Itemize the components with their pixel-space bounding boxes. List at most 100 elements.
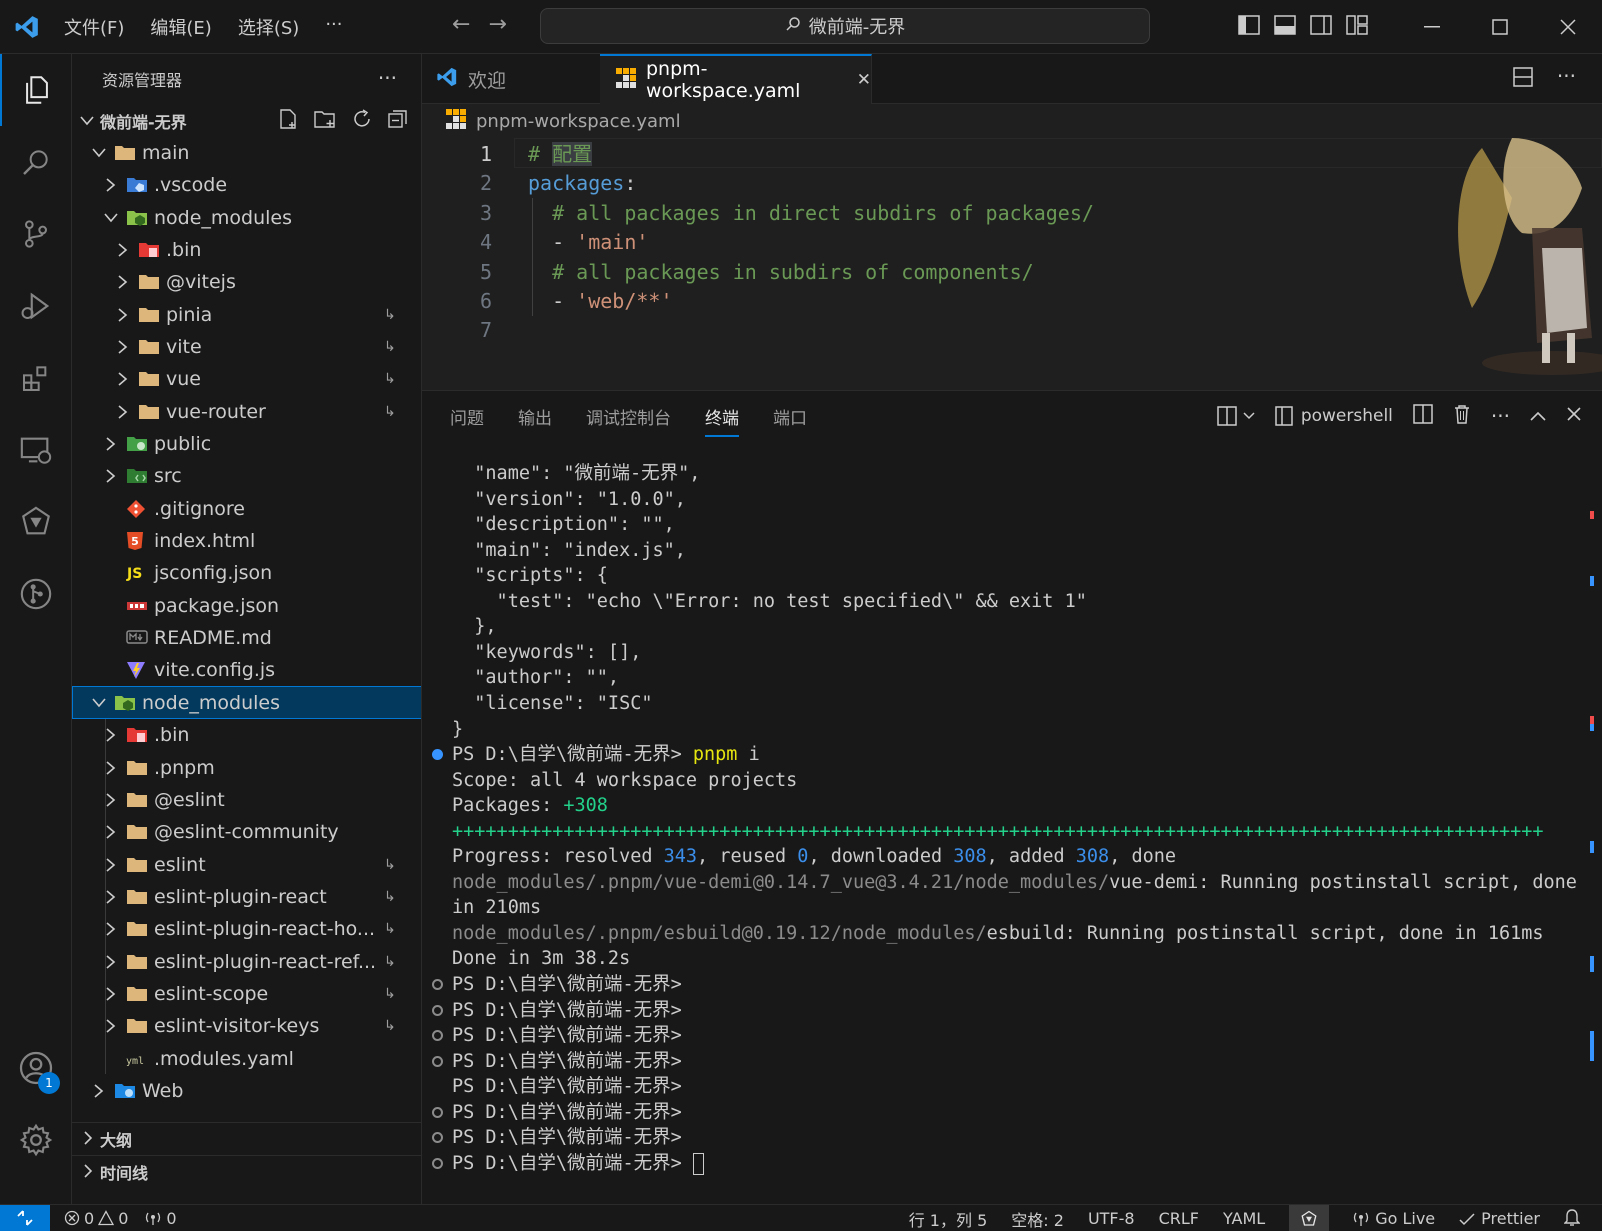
tree-folder[interactable]: .vscode (72, 169, 421, 202)
maximize-panel-icon[interactable] (1530, 406, 1546, 426)
tree-file[interactable]: vite.config.js (72, 654, 421, 687)
ports-indicator[interactable]: 0 (144, 1209, 177, 1228)
forward-arrow-icon[interactable]: → (488, 12, 506, 37)
cursor-position[interactable]: 行 1，列 5 (909, 1207, 988, 1231)
tree-folder[interactable]: .pnpm (72, 751, 421, 784)
tree-file[interactable]: yml .modules.yaml (72, 1042, 421, 1075)
tree-file[interactable]: README.md (72, 622, 421, 655)
menu-selection[interactable]: 选择(S) (236, 10, 301, 44)
menu-more[interactable]: ··· (323, 10, 344, 44)
command-success-decoration[interactable] (432, 749, 443, 761)
minimize-icon[interactable] (1398, 0, 1466, 54)
gitlens-status-icon[interactable] (1289, 1205, 1330, 1231)
collapse-all-icon[interactable] (387, 108, 409, 134)
more-actions-icon[interactable]: ··· (1491, 404, 1510, 428)
customize-layout-icon[interactable] (1346, 14, 1368, 40)
tree-file[interactable]: JS jsconfig.json (72, 557, 421, 590)
tree-file[interactable]: 5 index.html (72, 525, 421, 558)
remote-explorer-icon[interactable] (0, 414, 72, 486)
toggle-primary-sidebar-icon[interactable] (1238, 14, 1260, 40)
tree-folder[interactable]: pinia ↳ (72, 298, 421, 331)
gitlens-icon[interactable] (0, 486, 72, 558)
command-decoration[interactable] (432, 1030, 443, 1042)
close-tab-icon[interactable]: ✕ (857, 70, 871, 90)
tree-folder[interactable]: vue ↳ (72, 363, 421, 396)
tab-terminal[interactable]: 终端 (705, 404, 739, 437)
remote-indicator[interactable] (0, 1204, 50, 1231)
tree-folder[interactable]: eslint-plugin-react-ref... ↳ (72, 945, 421, 978)
outline-section[interactable]: 大纲 (72, 1122, 421, 1155)
terminal-instance[interactable]: powershell (1275, 406, 1393, 426)
tree-folder[interactable]: vite ↳ (72, 330, 421, 363)
toggle-panel-icon[interactable] (1274, 14, 1296, 40)
tree-folder[interactable]: Web (72, 1075, 421, 1108)
tree-folder[interactable]: src (72, 460, 421, 493)
source-control-icon[interactable] (0, 198, 72, 270)
tab-output[interactable]: 输出 (518, 404, 552, 429)
tab-debug-console[interactable]: 调试控制台 (586, 404, 671, 429)
split-editor-icon[interactable] (1512, 66, 1534, 93)
git-graph-icon[interactable] (0, 558, 72, 630)
workspace-root[interactable]: 微前端-无界 (72, 104, 421, 137)
tree-folder[interactable]: eslint-scope ↳ (72, 977, 421, 1010)
close-panel-icon[interactable] (1566, 406, 1582, 427)
end-of-line[interactable]: CRLF (1159, 1209, 1199, 1228)
command-decoration[interactable] (432, 1132, 443, 1144)
menu-file[interactable]: 文件(F) (62, 10, 126, 44)
toggle-secondary-sidebar-icon[interactable] (1310, 14, 1332, 40)
command-center[interactable]: 微前端-无界 (540, 8, 1150, 44)
indentation[interactable]: 空格: 2 (1011, 1207, 1064, 1231)
more-actions-icon[interactable]: ··· (1557, 64, 1576, 88)
tree-file[interactable]: .gitignore (72, 492, 421, 525)
language-mode[interactable]: YAML (1223, 1209, 1265, 1228)
explorer-more-button[interactable]: ··· (378, 66, 397, 90)
search-icon[interactable] (0, 126, 72, 198)
new-folder-icon[interactable] (313, 108, 337, 134)
tab-pnpm-workspace[interactable]: pnpm-workspace.yaml ✕ (600, 54, 872, 104)
breadcrumb-file[interactable]: pnpm-workspace.yaml (476, 111, 681, 132)
run-debug-icon[interactable] (0, 270, 72, 342)
tree-folder[interactable]: public (72, 428, 421, 461)
command-decoration[interactable] (432, 979, 443, 990)
terminal-output[interactable]: "name": "微前端-无界", "version": "1.0.0", "d… (422, 451, 1577, 1191)
refresh-icon[interactable] (351, 108, 373, 134)
command-decoration[interactable] (432, 1055, 443, 1067)
go-live-button[interactable]: Go Live (1353, 1209, 1435, 1228)
command-decoration[interactable] (432, 1106, 443, 1118)
code-editor[interactable]: 1 # 配置 2 packages: 3 # all packages in direc… (422, 138, 1602, 390)
accounts-icon[interactable]: 1 (0, 1032, 72, 1104)
tree-folder[interactable]: node_modules (72, 686, 421, 720)
problems-indicator[interactable]: 0 0 (64, 1209, 128, 1228)
close-window-icon[interactable] (1534, 0, 1602, 54)
explorer-icon[interactable] (0, 54, 72, 126)
tree-folder[interactable]: .bin (72, 719, 421, 752)
trash-icon[interactable] (1453, 404, 1471, 429)
maximize-icon[interactable] (1466, 0, 1534, 54)
new-file-icon[interactable] (277, 108, 299, 134)
split-terminal-icon[interactable] (1413, 403, 1433, 429)
tree-folder[interactable]: main (72, 136, 421, 169)
tree-folder[interactable]: eslint-plugin-react-ho... ↳ (72, 913, 421, 946)
bell-icon[interactable] (1563, 1208, 1581, 1230)
command-decoration[interactable] (432, 1004, 443, 1016)
tab-welcome[interactable]: 欢迎 (422, 54, 600, 104)
extensions-icon[interactable] (0, 342, 72, 414)
timeline-section[interactable]: 时间线 (72, 1155, 421, 1188)
settings-gear-icon[interactable] (0, 1104, 72, 1176)
tab-ports[interactable]: 端口 (773, 404, 807, 429)
tree-folder[interactable]: eslint-plugin-react ↳ (72, 880, 421, 913)
tree-folder[interactable]: eslint ↳ (72, 848, 421, 881)
tree-folder[interactable]: eslint-visitor-keys ↳ (72, 1010, 421, 1043)
tree-folder[interactable]: node_modules (72, 201, 421, 234)
tree-file[interactable]: package.json (72, 589, 421, 622)
tab-problems[interactable]: 问题 (450, 404, 484, 429)
menu-edit[interactable]: 编辑(E) (148, 10, 213, 44)
tree-folder[interactable]: @eslint-community (72, 816, 421, 849)
prettier-button[interactable]: Prettier (1459, 1209, 1540, 1228)
command-decoration[interactable] (432, 1157, 443, 1169)
new-terminal-dropdown[interactable] (1217, 406, 1255, 426)
encoding[interactable]: UTF-8 (1088, 1209, 1135, 1228)
tree-folder[interactable]: .bin (72, 233, 421, 266)
back-arrow-icon[interactable]: ← (452, 12, 470, 37)
tree-folder[interactable]: @eslint (72, 783, 421, 816)
